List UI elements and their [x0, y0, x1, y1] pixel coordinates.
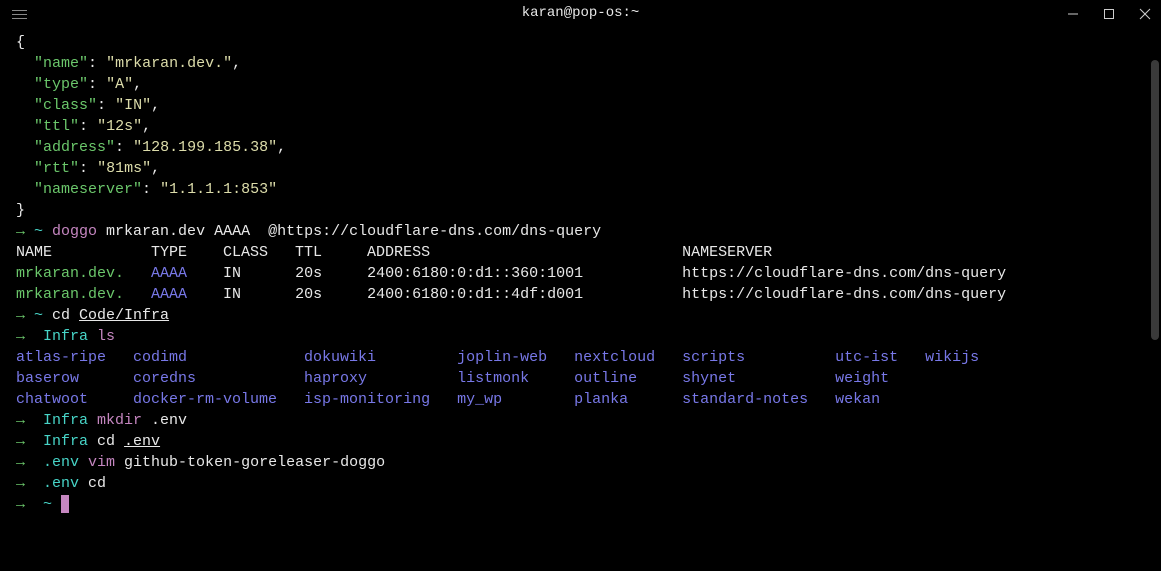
table-row: mrkaran.dev. AAAA IN 20s 2400:6180:0:d1:…: [16, 263, 1145, 284]
json-open-brace: {: [16, 32, 1145, 53]
cd-command-line: → ~ cd Code/Infra: [16, 305, 1145, 326]
ls-output-row: baserow coredns haproxy listmonk outline…: [16, 368, 1145, 389]
json-field-class: "class": "IN",: [16, 95, 1145, 116]
json-field-type: "type": "A",: [16, 74, 1145, 95]
hamburger-menu-icon[interactable]: [8, 6, 31, 23]
terminal-content[interactable]: { "name": "mrkaran.dev.", "type": "A", "…: [0, 28, 1161, 519]
json-field-address: "address": "128.199.185.38",: [16, 137, 1145, 158]
window-title: karan@pop-os:~: [522, 4, 640, 24]
table-row: mrkaran.dev. AAAA IN 20s 2400:6180:0:d1:…: [16, 284, 1145, 305]
json-field-ttl: "ttl": "12s",: [16, 116, 1145, 137]
json-close-brace: }: [16, 200, 1145, 221]
window-controls: [1065, 6, 1153, 22]
final-prompt-line: → ~: [16, 494, 1145, 515]
json-field-rtt: "rtt": "81ms",: [16, 158, 1145, 179]
mkdir-command-line: → Infra mkdir .env: [16, 410, 1145, 431]
maximize-button[interactable]: [1101, 6, 1117, 22]
cd-back-command-line: → .env cd: [16, 473, 1145, 494]
cd-env-command-line: → Infra cd .env: [16, 431, 1145, 452]
scrollbar[interactable]: [1151, 60, 1159, 340]
vim-command-line: → .env vim github-token-goreleaser-doggo: [16, 452, 1145, 473]
table-header: NAME TYPE CLASS TTL ADDRESS NAMESERVER: [16, 242, 1145, 263]
close-button[interactable]: [1137, 6, 1153, 22]
window-titlebar: karan@pop-os:~: [0, 0, 1161, 28]
minimize-button[interactable]: [1065, 6, 1081, 22]
ls-command-line: → Infra ls: [16, 326, 1145, 347]
doggo-command-line: → ~ doggo mrkaran.dev AAAA @https://clou…: [16, 221, 1145, 242]
cursor-icon: [61, 495, 69, 513]
ls-output-row: chatwoot docker-rm-volume isp-monitoring…: [16, 389, 1145, 410]
ls-output-row: atlas-ripe codimd dokuwiki joplin-web ne…: [16, 347, 1145, 368]
json-field-nameserver: "nameserver": "1.1.1.1:853": [16, 179, 1145, 200]
json-field-name: "name": "mrkaran.dev.",: [16, 53, 1145, 74]
